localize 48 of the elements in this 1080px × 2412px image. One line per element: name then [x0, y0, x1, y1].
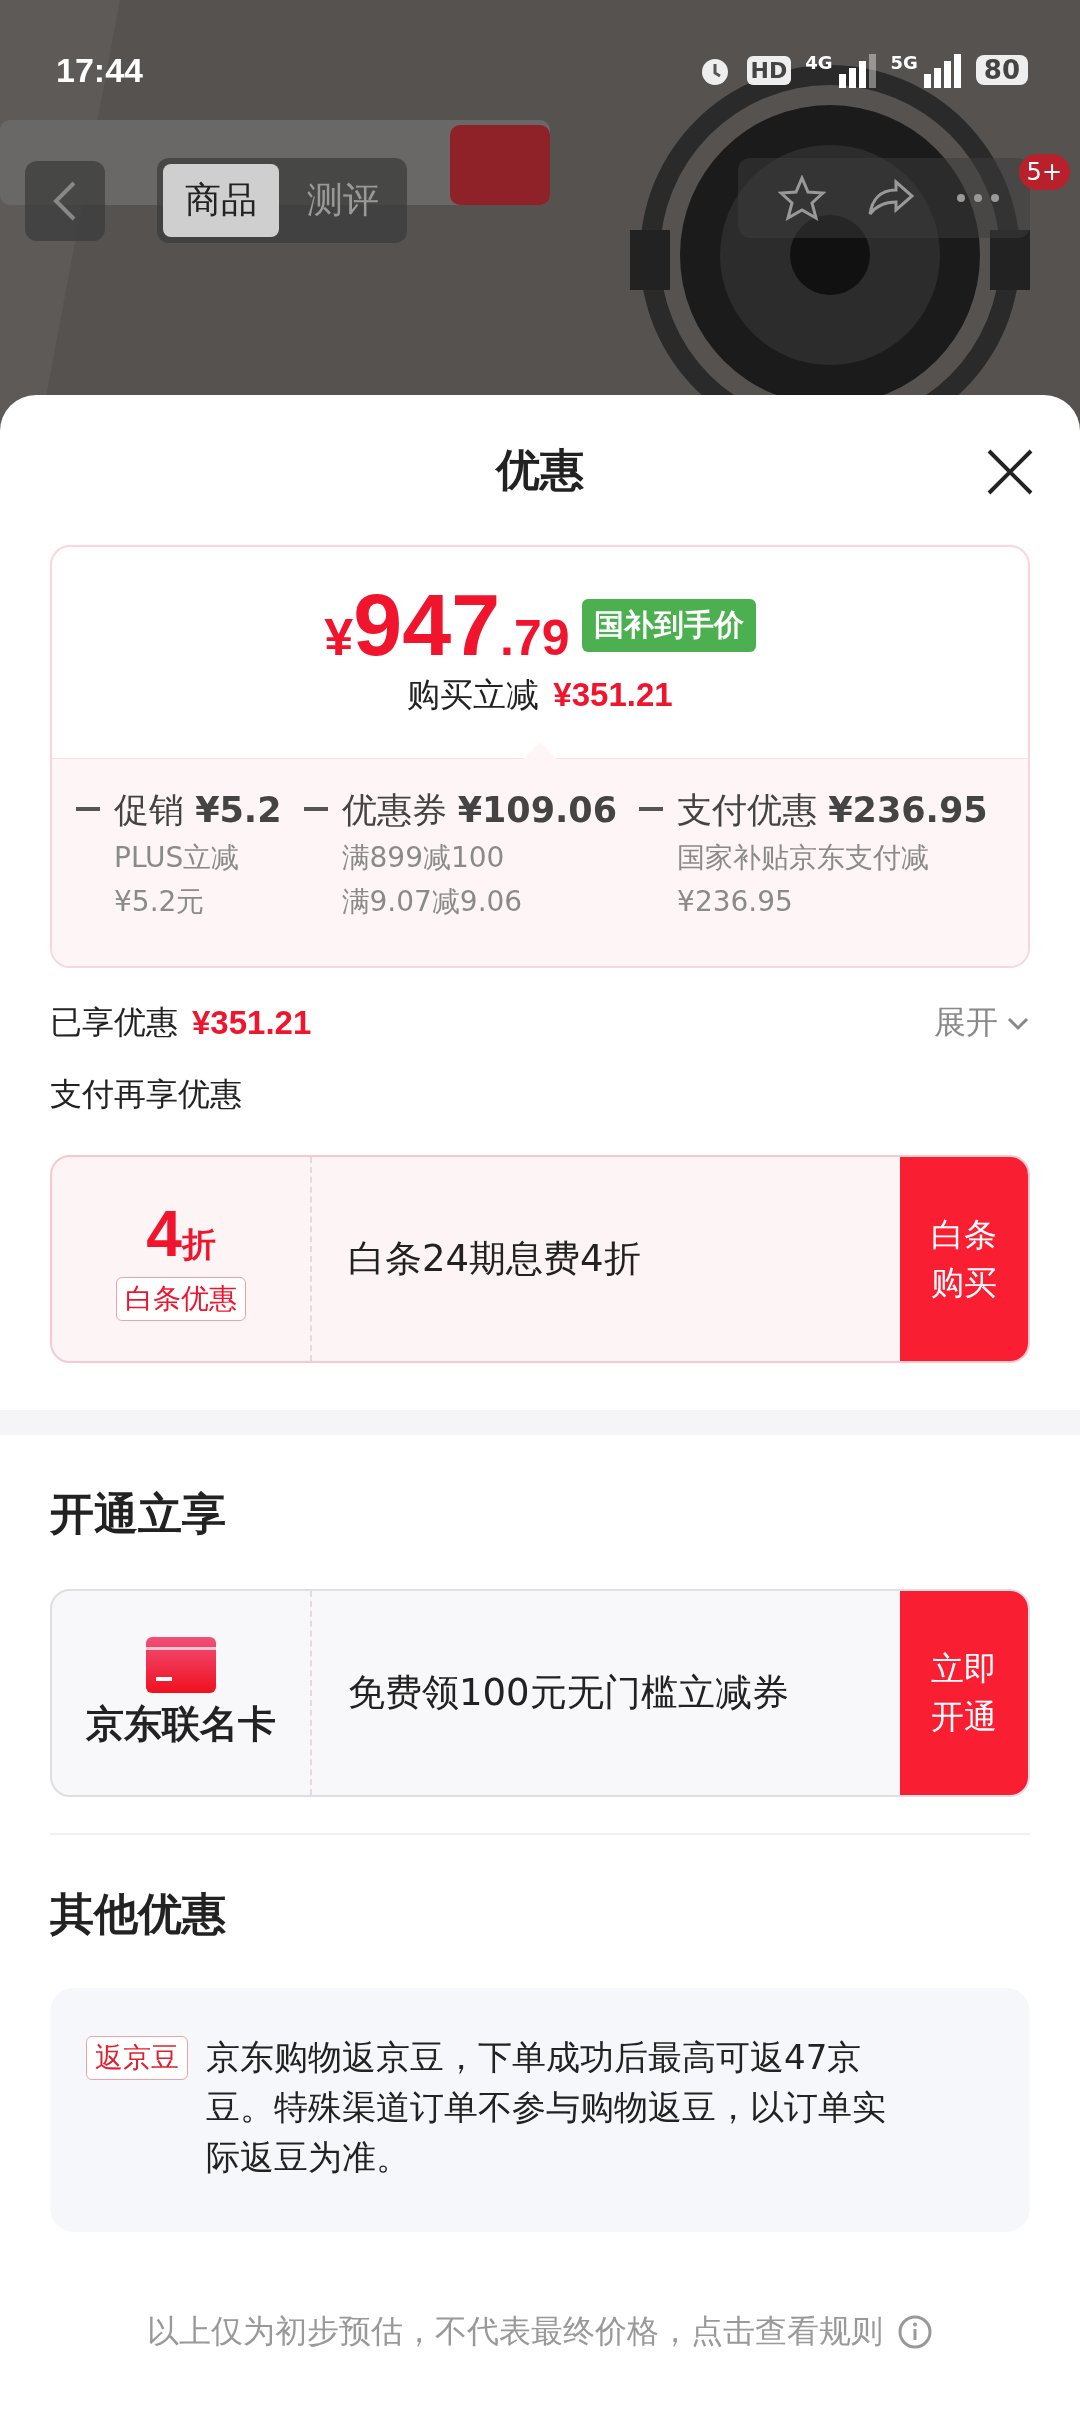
price-tag: 国补到手价 — [581, 598, 756, 652]
offer-text: 白条24期息费4折 — [348, 1236, 641, 1282]
offer-button[interactable]: 白条购买 — [900, 1157, 1028, 1361]
close-icon[interactable] — [985, 447, 1035, 497]
summary-amount: ¥351.21 — [192, 1004, 312, 1042]
card-name: 京东联名卡 — [86, 1700, 276, 1748]
rebate-text: 京东购物返京豆，下单成功后最高可返47京豆。特殊渠道订单不参与购物返豆，以订单实际返豆为准。 — [206, 2036, 887, 2179]
discount-detail: ¥236.95 — [677, 884, 794, 920]
battery-indicator: 80 — [975, 55, 1028, 85]
network-label: 5G — [890, 52, 918, 73]
expand-button[interactable]: 展开 — [934, 1001, 1030, 1045]
signal-icon — [836, 52, 877, 88]
minus-icon — [639, 807, 664, 811]
discount-detail: 满899减100 — [341, 840, 506, 876]
status-time: 17:44 — [56, 50, 143, 90]
section-subtitle: 支付再享优惠 — [50, 1074, 243, 1115]
saving-amount: ¥351.21 — [553, 676, 673, 714]
final-price: ¥947.79 — [324, 574, 570, 676]
section-title: 开通立享 — [50, 1487, 227, 1541]
share-icon[interactable] — [866, 178, 916, 218]
discount-label: 促销 ¥5.2 — [114, 789, 282, 832]
discount-label: 优惠券 ¥109.06 — [341, 789, 618, 832]
minus-icon — [303, 807, 328, 811]
discount-detail: 国家补贴京东支付减 — [677, 840, 931, 876]
info-icon[interactable] — [897, 2314, 933, 2350]
discount-detail: PLUS立减 — [114, 840, 241, 876]
disclaimer-link[interactable]: 以上仅为初步预估，不代表最终价格，点击查看规则 — [147, 2310, 883, 2354]
summary-label: 已享优惠 — [50, 1002, 178, 1043]
network-label: 4G — [805, 52, 833, 73]
discount-value: 4折 — [146, 1197, 216, 1271]
offer-text: 免费领100元无门槛立减券 — [348, 1670, 789, 1716]
offer-tag: 白条优惠 — [116, 1277, 246, 1321]
discount-label: 支付优惠 ¥236.95 — [677, 789, 988, 832]
discount-detail: ¥5.2元 — [114, 884, 206, 920]
signal-icon — [921, 52, 962, 88]
sheet-title: 优惠 — [496, 442, 584, 497]
offer-button[interactable]: 立即开通 — [900, 1591, 1028, 1795]
saving-label: 购买立减 — [407, 674, 540, 716]
rebate-tag: 返京豆 — [86, 2036, 188, 2080]
tab[interactable]: 商品 — [163, 164, 279, 237]
back-button[interactable] — [25, 160, 105, 241]
section-title: 其他优惠 — [50, 1887, 227, 1941]
more-icon[interactable] — [956, 193, 1000, 203]
star-icon[interactable] — [778, 175, 826, 221]
minus-icon — [76, 807, 100, 811]
tab[interactable]: 测评 — [285, 164, 401, 237]
discount-detail: 满9.07减9.06 — [341, 884, 524, 920]
credit-card-icon — [146, 1636, 216, 1693]
